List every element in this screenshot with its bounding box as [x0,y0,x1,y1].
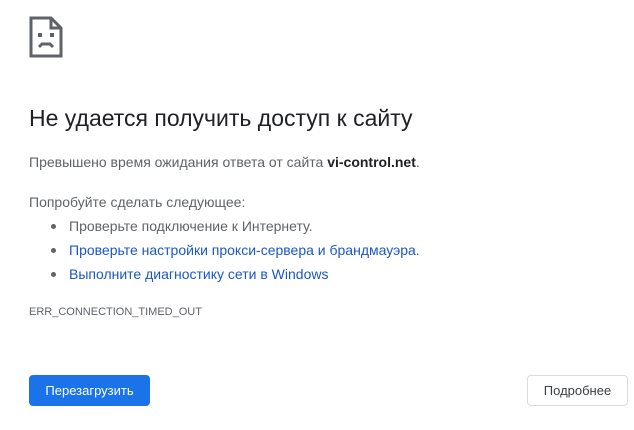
site-domain: vi-control.net [327,154,416,170]
details-button[interactable]: Подробнее [527,375,628,406]
error-description: Превышено время ожидания ответа от сайта… [29,154,420,170]
bullet-icon [51,248,56,253]
proxy-settings-link[interactable]: Проверьте настройки прокси-сервера и бра… [69,242,420,258]
page-title: Не удается получить доступ к сайту [29,105,413,131]
bullet-icon [51,224,56,229]
suggestions-heading: Попробуйте сделать следующее: [29,194,246,210]
suggestion-network-diagnostics[interactable]: Выполните диагностику сети в Windows [29,264,420,288]
bullet-icon [51,272,56,277]
network-diagnostics-link[interactable]: Выполните диагностику сети в Windows [69,266,328,282]
reload-button[interactable]: Перезагрузить [29,375,150,406]
error-page: Не удается получить доступ к сайту Превы… [0,0,634,430]
sad-page-icon [29,16,63,58]
suggestion-label: Проверьте подключение к Интернету. [69,218,313,234]
suggestions-list: Проверьте подключение к Интернету. Прове… [29,216,420,288]
error-code: ERR_CONNECTION_TIMED_OUT [29,306,202,318]
description-prefix: Превышено время ожидания ответа от сайта [29,154,328,170]
suggestion-check-connection: Проверьте подключение к Интернету. [29,216,420,240]
suggestion-check-proxy[interactable]: Проверьте настройки прокси-сервера и бра… [29,240,420,264]
description-suffix: . [415,154,420,170]
